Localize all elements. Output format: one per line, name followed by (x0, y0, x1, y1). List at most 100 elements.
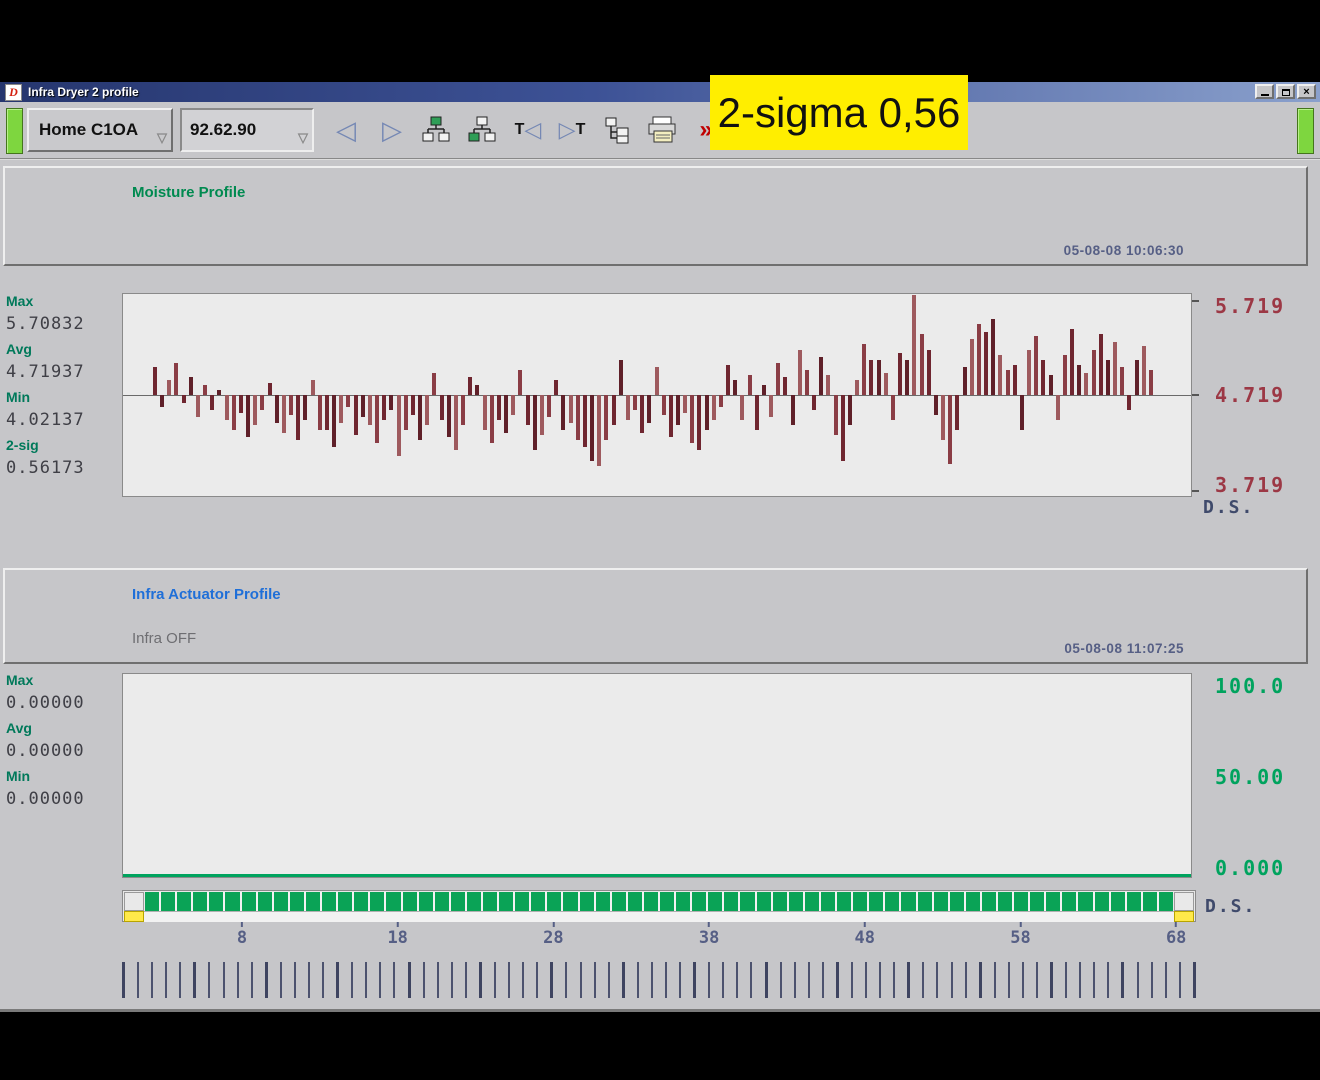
moisture-bar (855, 380, 859, 395)
moisture-bar (561, 395, 565, 430)
moisture-bar (339, 395, 343, 423)
tree-view-button[interactable] (598, 110, 638, 150)
hierarchy-down-button[interactable] (462, 110, 502, 150)
moisture-bar (432, 373, 436, 395)
moisture-bar (447, 395, 451, 437)
moisture-bar (1056, 395, 1060, 420)
ruler-tick (693, 962, 696, 998)
stat-value: 0.00000 (6, 789, 120, 816)
moisture-bar (948, 395, 952, 464)
moisture-bar (1049, 375, 1053, 395)
actuator-axis-max: 100.0 (1215, 674, 1285, 698)
ruler-tick (979, 962, 982, 998)
moisture-bar (454, 395, 458, 450)
ruler-tick (1151, 962, 1153, 998)
step-backward-button[interactable]: T◁ (508, 110, 548, 150)
moisture-axis-mid: 4.719 (1215, 383, 1285, 407)
moisture-axis-min: 3.719 (1215, 473, 1285, 497)
hierarchy-up-button[interactable] (416, 110, 456, 150)
position-bar-segment (451, 892, 465, 911)
nav-back-button[interactable]: ◁ (326, 110, 366, 150)
ruler-tick (736, 962, 738, 998)
x-axis-label: 68 (1166, 922, 1186, 948)
stat-value: 0.00000 (6, 693, 120, 720)
home-dropdown[interactable]: Home C1OA ▽ (27, 108, 173, 152)
actuator-axis-mid: 50.00 (1215, 765, 1285, 789)
moisture-bar (160, 395, 164, 407)
moisture-bar (346, 395, 350, 407)
step-forward-button[interactable]: ▷T (552, 110, 592, 150)
actuator-chart (122, 673, 1192, 878)
moisture-bar (253, 395, 257, 425)
print-button[interactable] (642, 110, 682, 150)
moisture-bar (604, 395, 608, 440)
position-handle-left[interactable] (124, 911, 144, 922)
position-bar-unit: D.S. (1205, 896, 1256, 917)
ruler-tick (451, 962, 453, 998)
moisture-bar (891, 395, 895, 420)
ruler-tick (365, 962, 367, 998)
position-bar-segment (789, 892, 803, 911)
moisture-bar (332, 395, 336, 447)
axis-tick (1192, 300, 1199, 302)
restore-icon (1282, 89, 1290, 96)
position-bar-segment (209, 892, 223, 911)
minimize-button[interactable] (1255, 84, 1274, 99)
moisture-bar (153, 367, 157, 395)
stat-value: 0.56173 (6, 458, 120, 485)
position-bar-segment (354, 892, 368, 911)
ruler-tick (1093, 962, 1095, 998)
ruler-tick (351, 962, 353, 998)
moisture-axis-max: 5.719 (1215, 294, 1285, 318)
status-indicator-right (1297, 108, 1314, 154)
moisture-bar (540, 395, 544, 435)
actuator-stats: Max 0.00000 Avg 0.00000 Min 0.00000 (6, 672, 120, 816)
ruler-tick (494, 962, 496, 998)
moisture-bar (174, 363, 178, 395)
position-bar-segment (660, 892, 674, 911)
moisture-bar (296, 395, 300, 440)
moisture-bar (1135, 360, 1139, 395)
chevron-down-icon[interactable]: ▽ (157, 130, 167, 146)
moisture-bar (791, 395, 795, 425)
ruler-tick (522, 962, 524, 998)
moisture-bar (1106, 360, 1110, 395)
moisture-bar (998, 355, 1002, 395)
position-bar-segment (837, 892, 851, 911)
moisture-bar (877, 360, 881, 395)
x-axis-label: 58 (1010, 922, 1030, 948)
toolbar: Home C1OA ▽ 92.62.90 ▽ ◁ ▷ (0, 102, 1320, 160)
print-icon (646, 116, 678, 144)
moisture-bar (375, 395, 379, 443)
close-button[interactable]: × (1297, 84, 1316, 99)
ruler-tick (622, 962, 625, 998)
moisture-bar (411, 395, 415, 415)
position-bar-segment (1062, 892, 1076, 911)
moisture-bar (475, 385, 479, 395)
ruler-tick (508, 962, 510, 998)
window-title: Infra Dryer 2 profile (28, 85, 139, 99)
moisture-bar (389, 395, 393, 410)
moisture-bar (712, 395, 716, 420)
moisture-bar (1127, 395, 1131, 410)
ruler-tick (536, 962, 538, 998)
moisture-bar (905, 360, 909, 395)
moisture-bar (182, 395, 186, 403)
chevron-down-icon[interactable]: ▽ (298, 130, 308, 146)
address-combo-input[interactable]: 92.62.90 ▽ (180, 108, 314, 152)
position-handle-right[interactable] (1174, 911, 1194, 922)
restore-button[interactable] (1276, 84, 1295, 99)
ruler-tick (637, 962, 639, 998)
step-forward-icon: T (576, 121, 586, 139)
nav-forward-button[interactable]: ▷ (372, 110, 412, 150)
moisture-title: Moisture Profile (132, 184, 245, 201)
ruler (122, 962, 1196, 998)
ruler-tick (580, 962, 582, 998)
home-dropdown-label: Home C1OA (39, 120, 138, 140)
position-bar-segment (773, 892, 787, 911)
moisture-bar (404, 395, 408, 430)
ruler-tick (907, 962, 910, 998)
ruler-tick (437, 962, 439, 998)
ruler-tick (1050, 962, 1053, 998)
position-bar-segment (515, 892, 529, 911)
